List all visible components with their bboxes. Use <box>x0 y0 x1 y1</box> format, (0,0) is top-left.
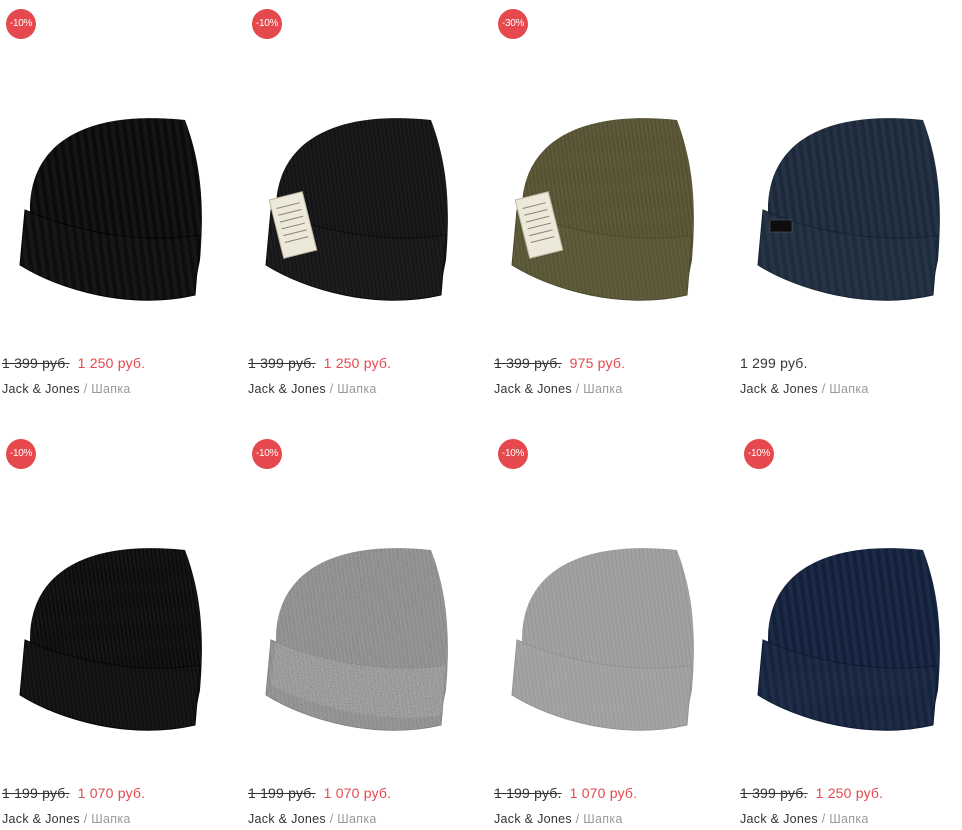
sale-price: 1 250 руб. <box>815 785 884 801</box>
category-link[interactable]: Шапка <box>337 382 376 396</box>
category-link[interactable]: Шапка <box>91 382 130 396</box>
product-meta: Jack & Jones / Шапка <box>494 382 623 396</box>
price-row: 1 199 руб. 1 070 руб. <box>494 785 637 805</box>
product-image[interactable] <box>738 40 962 340</box>
old-price: 1 399 руб. <box>2 355 70 371</box>
separator: / <box>821 382 826 396</box>
product-meta: Jack & Jones / Шапка <box>2 812 131 826</box>
price-row: 1 399 руб. 1 250 руб. <box>248 355 391 375</box>
separator: / <box>83 382 88 396</box>
discount-badge: -10% <box>252 439 282 469</box>
price-row: 1 199 руб. 1 070 руб. <box>248 785 391 805</box>
price-row: 1 399 руб. 975 руб. <box>494 355 625 375</box>
hat-illustration <box>19 118 202 301</box>
hat-illustration <box>511 548 694 731</box>
brand-link[interactable]: Jack & Jones <box>2 382 80 396</box>
product-card[interactable]: -30% 1 399 руб. 975 руб. Jack & Jones / Ш… <box>492 0 722 420</box>
product-card[interactable]: -10% 1 199 руб. 1 070 руб. Jack & Jones /… <box>0 430 230 830</box>
hat-tag <box>769 219 793 233</box>
separator: / <box>329 382 334 396</box>
product-image[interactable] <box>0 40 230 340</box>
old-price: 1 399 руб. <box>248 355 316 371</box>
separator: / <box>821 812 826 826</box>
product-grid: -10% 1 399 руб. 1 250 руб. Jack & Jones /… <box>0 0 962 830</box>
category-link[interactable]: Шапка <box>583 812 622 826</box>
price: 1 299 руб. <box>740 355 808 371</box>
separator: / <box>575 382 580 396</box>
brand-link[interactable]: Jack & Jones <box>740 382 818 396</box>
separator: / <box>575 812 580 826</box>
category-link[interactable]: Шапка <box>829 382 868 396</box>
discount-badge: -10% <box>6 439 36 469</box>
brand-link[interactable]: Jack & Jones <box>2 812 80 826</box>
separator: / <box>329 812 334 826</box>
product-meta: Jack & Jones / Шапка <box>2 382 131 396</box>
product-meta: Jack & Jones / Шапка <box>740 812 869 826</box>
sale-price: 1 250 руб. <box>77 355 146 371</box>
old-price: 1 199 руб. <box>494 785 562 801</box>
hat-illustration <box>19 548 202 731</box>
product-card[interactable]: -10% 1 399 руб. 1 250 руб. Jack & Jones /… <box>0 0 230 420</box>
product-image[interactable] <box>246 40 476 340</box>
product-meta: Jack & Jones / Шапка <box>740 382 869 396</box>
old-price: 1 199 руб. <box>2 785 70 801</box>
product-image[interactable] <box>738 470 962 770</box>
hat-illustration <box>511 118 694 301</box>
brand-link[interactable]: Jack & Jones <box>740 812 818 826</box>
sale-price: 1 250 руб. <box>323 355 392 371</box>
product-image[interactable] <box>492 470 722 770</box>
product-meta: Jack & Jones / Шапка <box>248 812 377 826</box>
product-image[interactable] <box>492 40 722 340</box>
product-image[interactable] <box>246 470 476 770</box>
product-meta: Jack & Jones / Шапка <box>248 382 377 396</box>
price-row: 1 399 руб. 1 250 руб. <box>740 785 883 805</box>
hat-illustration <box>265 548 448 731</box>
category-link[interactable]: Шапка <box>583 382 622 396</box>
brand-link[interactable]: Jack & Jones <box>248 382 326 396</box>
brand-link[interactable]: Jack & Jones <box>494 382 572 396</box>
discount-badge: -30% <box>498 9 528 39</box>
hat-illustration <box>757 118 940 301</box>
category-link[interactable]: Шапка <box>91 812 130 826</box>
price-row: 1 199 руб. 1 070 руб. <box>2 785 145 805</box>
product-meta: Jack & Jones / Шапка <box>494 812 623 826</box>
discount-badge: -10% <box>498 439 528 469</box>
sale-price: 1 070 руб. <box>323 785 392 801</box>
hat-illustration <box>757 548 940 731</box>
sale-price: 1 070 руб. <box>569 785 638 801</box>
price-row: 1 399 руб. 1 250 руб. <box>2 355 145 375</box>
product-card[interactable]: -10% 1 399 руб. 1 250 руб. Jack & Jones /… <box>738 430 962 830</box>
product-card[interactable]: -10% 1 199 руб. 1 070 руб. Jack & Jones /… <box>492 430 722 830</box>
discount-badge: -10% <box>6 9 36 39</box>
old-price: 1 399 руб. <box>740 785 808 801</box>
separator: / <box>83 812 88 826</box>
price-row: 1 299 руб. <box>740 355 808 375</box>
product-card[interactable]: -10% 1 199 руб. 1 070 руб. Jack & Jones /… <box>246 430 476 830</box>
old-price: 1 199 руб. <box>248 785 316 801</box>
product-image[interactable] <box>0 470 230 770</box>
brand-link[interactable]: Jack & Jones <box>494 812 572 826</box>
old-price: 1 399 руб. <box>494 355 562 371</box>
sale-price: 1 070 руб. <box>77 785 146 801</box>
category-link[interactable]: Шапка <box>829 812 868 826</box>
hat-illustration <box>265 118 448 301</box>
product-card[interactable]: 1 299 руб. Jack & Jones / Шапка <box>738 0 962 420</box>
brand-link[interactable]: Jack & Jones <box>248 812 326 826</box>
sale-price: 975 руб. <box>569 355 626 371</box>
discount-badge: -10% <box>744 439 774 469</box>
product-card[interactable]: -10% 1 399 руб. 1 250 руб. Jack & Jones /… <box>246 0 476 420</box>
category-link[interactable]: Шапка <box>337 812 376 826</box>
discount-badge: -10% <box>252 9 282 39</box>
